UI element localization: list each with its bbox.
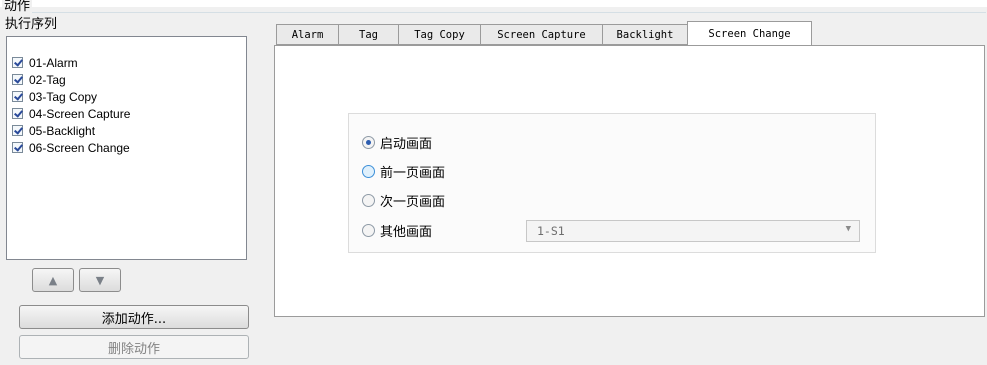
list-item[interactable]: 06-Screen Change <box>12 139 130 156</box>
radio-icon[interactable] <box>362 223 375 237</box>
radio-label: 前一页画面 <box>380 165 446 181</box>
add-action-label: 添加动作... <box>101 311 167 327</box>
list-item-label: 02-Tag <box>29 72 66 87</box>
tab-alarm[interactable]: Alarm <box>276 24 339 45</box>
checkbox-icon[interactable] <box>12 108 23 119</box>
radio-previous-screen[interactable]: 前一页画面 <box>362 162 446 181</box>
list-item-label: 03-Tag Copy <box>29 89 98 104</box>
radio-icon[interactable] <box>362 193 375 207</box>
sequence-label: 执行序列 <box>5 17 58 32</box>
checkbox-icon[interactable] <box>12 57 23 68</box>
list-item[interactable]: 02-Tag <box>12 71 66 88</box>
down-arrow-icon: ▼ <box>95 273 105 287</box>
tab-tag[interactable]: Tag <box>338 24 399 45</box>
checkbox-icon[interactable] <box>12 91 23 102</box>
tab-tag-copy[interactable]: Tag Copy <box>398 24 481 45</box>
radio-next-screen[interactable]: 次一页画面 <box>362 191 446 210</box>
radio-startup-screen[interactable]: 启动画面 <box>362 133 433 152</box>
tab-backlight[interactable]: Backlight <box>602 24 688 45</box>
list-item[interactable]: 03-Tag Copy <box>12 88 97 105</box>
move-down-button[interactable]: ▼ <box>79 268 121 292</box>
group-title: 动作 <box>2 0 33 15</box>
list-item[interactable]: 05-Backlight <box>12 122 95 139</box>
radio-icon[interactable] <box>362 164 375 178</box>
list-item-label: 01-Alarm <box>29 55 78 70</box>
list-item-label: 04-Screen Capture <box>29 106 131 121</box>
chevron-down-icon: ▼ <box>845 224 851 234</box>
list-item[interactable]: 04-Screen Capture <box>12 105 130 122</box>
list-item[interactable]: 01-Alarm <box>12 54 78 71</box>
checkbox-icon[interactable] <box>12 74 23 85</box>
tab-screen-change[interactable]: Screen Change <box>687 21 812 45</box>
checkbox-icon[interactable] <box>12 142 23 153</box>
add-action-button[interactable]: 添加动作... <box>19 305 249 329</box>
move-up-button[interactable]: ▲ <box>32 268 74 292</box>
radio-label: 启动画面 <box>380 136 433 152</box>
select-value: 1-S1 <box>537 224 565 238</box>
other-screen-select[interactable]: 1-S1 ▼ <box>526 220 860 242</box>
radio-other-screen[interactable]: 其他画面 <box>362 221 433 240</box>
top-strip <box>0 0 987 7</box>
delete-action-label: 删除动作 <box>107 341 160 357</box>
group-box-border <box>16 12 986 13</box>
up-arrow-icon: ▲ <box>48 273 58 287</box>
checkbox-icon[interactable] <box>12 125 23 136</box>
radio-label: 次一页画面 <box>380 194 446 210</box>
list-item-label: 06-Screen Change <box>29 140 130 155</box>
delete-action-button[interactable]: 删除动作 <box>19 335 249 359</box>
tab-screen-capture[interactable]: Screen Capture <box>480 24 603 45</box>
radio-label: 其他画面 <box>380 224 433 240</box>
list-item-label: 05-Backlight <box>29 123 96 138</box>
radio-selected-icon[interactable] <box>362 135 375 149</box>
